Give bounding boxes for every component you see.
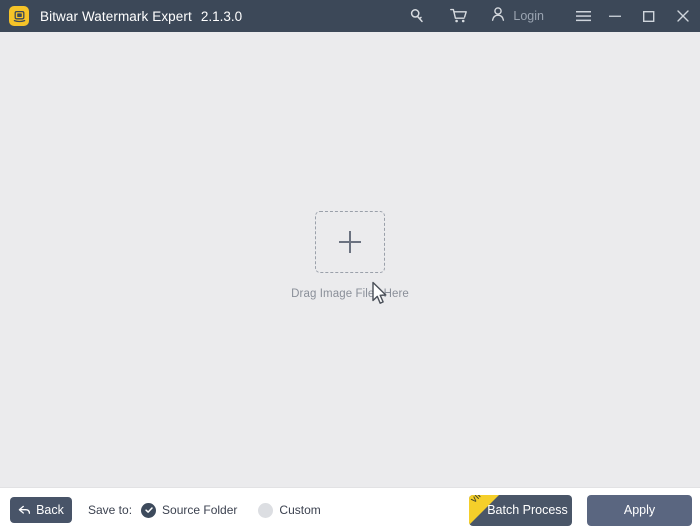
- dropzone-container: Drag Image Files Here: [291, 211, 409, 300]
- close-icon[interactable]: [666, 0, 700, 32]
- radio-unchecked-icon: [258, 502, 274, 518]
- main-content-area: Drag Image Files Here: [0, 32, 700, 487]
- back-arrow-icon: [18, 505, 31, 516]
- apply-button[interactable]: Apply: [587, 494, 692, 526]
- shopping-cart-icon[interactable]: [444, 0, 474, 32]
- login-label: Login: [513, 9, 544, 23]
- window-controls: [598, 0, 700, 32]
- radio-checked-icon: [141, 502, 157, 518]
- hamburger-menu-icon[interactable]: [568, 0, 598, 32]
- apply-button-label: Apply: [623, 503, 656, 517]
- radio-source-folder[interactable]: Source Folder: [141, 502, 238, 518]
- radio-custom-label: Custom: [279, 503, 321, 517]
- title-bar: Bitwar Watermark Expert 2.1.3.0 Login: [0, 0, 700, 32]
- key-icon[interactable]: [402, 0, 432, 32]
- batch-process-label: Batch Process: [487, 503, 568, 517]
- radio-custom[interactable]: Custom: [258, 502, 321, 518]
- application-window: Bitwar Watermark Expert 2.1.3.0 Login Dr…: [0, 0, 700, 532]
- radio-source-folder-label: Source Folder: [162, 503, 238, 517]
- bitwar-app-icon: [9, 6, 29, 26]
- back-button[interactable]: Back: [10, 497, 72, 523]
- bottom-toolbar: Back Save to: Source Folder Custom VIP B: [0, 487, 700, 532]
- user-account-icon: [490, 6, 506, 27]
- save-location-radio-group: Source Folder Custom: [141, 502, 321, 518]
- app-version: 2.1.3.0: [200, 8, 243, 24]
- plus-icon: [339, 231, 361, 253]
- back-button-label: Back: [36, 503, 64, 517]
- login-button[interactable]: Login: [490, 0, 544, 32]
- maximize-icon[interactable]: [632, 0, 666, 32]
- app-title: Bitwar Watermark Expert: [40, 8, 192, 24]
- image-dropzone[interactable]: [315, 211, 385, 273]
- save-to-label: Save to:: [88, 503, 133, 517]
- minimize-icon[interactable]: [598, 0, 632, 32]
- dropzone-label: Drag Image Files Here: [291, 288, 409, 300]
- batch-process-button[interactable]: VIP Batch Process: [469, 494, 572, 526]
